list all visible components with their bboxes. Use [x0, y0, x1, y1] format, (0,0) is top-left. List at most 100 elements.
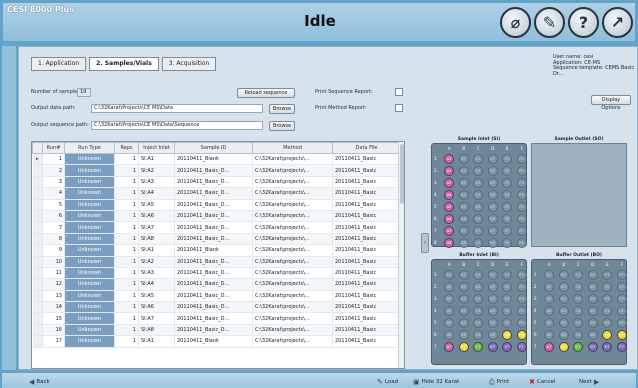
table-cell[interactable]: SI:A6 — [138, 301, 175, 314]
inlet-well[interactable]: F5 — [516, 202, 527, 212]
inlet-well[interactable]: C3 — [473, 178, 483, 188]
row-selector[interactable] — [32, 210, 43, 223]
print-method-checkbox[interactable] — [395, 104, 403, 112]
table-cell[interactable]: 16 — [42, 324, 65, 337]
buffer-inlet-well[interactable]: D6 — [487, 330, 498, 340]
buffer-outlet-well[interactable]: C6 — [573, 330, 583, 340]
table-cell[interactable]: SI:A6 — [138, 210, 175, 223]
table-cell[interactable]: 12 — [42, 278, 65, 291]
table-cell[interactable]: C:\32Karat\projects\... — [252, 164, 333, 177]
table-cell[interactable]: 20110411_Basic — [332, 278, 401, 291]
table-cell[interactable]: C:\32Karat\projects\... — [252, 199, 333, 211]
buffer-outlet-well[interactable]: B2 — [558, 282, 569, 292]
table-cell[interactable]: 20110411_Basic — [332, 244, 401, 257]
table-cell[interactable]: 1 — [114, 164, 139, 177]
scrollbar-thumb[interactable] — [400, 144, 404, 204]
table-cell[interactable]: 5 — [42, 199, 65, 211]
column-header[interactable]: Sample ID — [174, 142, 253, 154]
table-cell[interactable]: 1 — [114, 176, 139, 189]
buffer-outlet-well[interactable]: F5 — [616, 318, 627, 328]
buffer-outlet-well[interactable]: F6 — [616, 330, 627, 340]
inlet-well[interactable]: E5 — [502, 202, 512, 212]
output-sequence-field[interactable]: C:\32Karat\Projects\CE MS\Data\Sequence — [91, 121, 263, 130]
table-cell[interactable]: SI:A3 — [138, 267, 175, 280]
inlet-well[interactable]: A5 — [444, 202, 454, 212]
inlet-well[interactable]: A6 — [444, 214, 454, 224]
table-cell[interactable]: C:\32Karat\projects\... — [252, 324, 333, 337]
edit-icon[interactable]: ✎ — [534, 7, 565, 38]
buffer-outlet-well[interactable]: E1 — [602, 270, 612, 280]
row-selector[interactable] — [32, 335, 43, 348]
table-cell[interactable]: Unknown — [64, 153, 115, 166]
table-cell[interactable]: C:\32Karat\projects\... — [252, 335, 333, 348]
column-header[interactable]: Method — [252, 142, 333, 154]
buffer-outlet-well[interactable]: E5 — [602, 318, 612, 328]
table-row[interactable]: 11 Unknown 1 SI:A3 20110411_Basic_D... C:\32K… — [32, 267, 401, 280]
buffer-outlet-well[interactable]: A1 — [544, 270, 554, 280]
inlet-well[interactable]: E7 — [502, 226, 512, 236]
buffer-outlet-well[interactable]: B4 — [558, 306, 569, 316]
buffer-inlet-well[interactable]: E2 — [502, 282, 512, 292]
inlet-well[interactable]: F8 — [516, 238, 527, 248]
table-cell[interactable]: 20110411_Basic — [332, 210, 401, 223]
row-selector[interactable] — [32, 312, 43, 325]
table-cell[interactable]: 1 — [42, 153, 65, 166]
row-selector[interactable]: ▸ — [32, 153, 43, 166]
buffer-outlet-well[interactable]: E4 — [602, 306, 612, 316]
buffer-outlet-well[interactable]: B7 — [558, 342, 569, 352]
inlet-well[interactable]: D4 — [487, 190, 498, 200]
buffer-outlet-well[interactable]: C5 — [573, 318, 583, 328]
table-cell[interactable]: Unknown — [64, 233, 115, 246]
buffer-outlet-well[interactable]: C7 — [573, 342, 583, 352]
table-cell[interactable]: SI:A2 — [138, 256, 175, 268]
table-cell[interactable]: 1 — [114, 301, 139, 314]
table-cell[interactable]: 20110411_Blank — [174, 244, 253, 257]
buffer-inlet-well[interactable]: C4 — [473, 306, 483, 316]
table-cell[interactable]: 20110411_Basic — [332, 164, 401, 177]
table-cell[interactable]: 20110411_Basic — [332, 335, 401, 348]
table-cell[interactable]: Unknown — [64, 267, 115, 280]
buffer-inlet-well[interactable]: F6 — [516, 330, 527, 340]
table-row[interactable]: 8 Unknown 1 SI:A8 20110411_Basic_D... C:\32Ka… — [32, 233, 401, 246]
row-selector[interactable] — [32, 324, 43, 337]
buffer-inlet-well[interactable]: A5 — [444, 318, 454, 328]
buffer-inlet-well[interactable]: E7 — [502, 342, 512, 352]
buffer-inlet-well[interactable]: F1 — [516, 270, 527, 280]
next-button[interactable]: Next ▶ — [576, 376, 602, 387]
buffer-outlet-well[interactable]: D7 — [587, 342, 598, 352]
tab-1[interactable]: 1. Application — [31, 57, 87, 71]
buffer-inlet-well[interactable]: F3 — [516, 294, 527, 304]
inlet-well[interactable]: C7 — [473, 226, 483, 236]
buffer-inlet-well[interactable]: E6 — [502, 330, 512, 340]
inlet-well[interactable]: B8 — [458, 238, 469, 248]
table-cell[interactable]: Unknown — [64, 312, 115, 325]
table-cell[interactable]: Unknown — [64, 256, 115, 268]
buffer-outlet-well[interactable]: B6 — [558, 330, 569, 340]
inlet-well[interactable]: D5 — [487, 202, 498, 212]
table-cell[interactable]: 20110411_Basic — [332, 176, 401, 189]
buffer-inlet-well[interactable]: B1 — [458, 270, 469, 280]
table-cell[interactable]: Unknown — [64, 290, 115, 303]
table-cell[interactable]: 1 — [114, 324, 139, 337]
table-cell[interactable]: 20110411_Basic_D... — [174, 256, 253, 268]
table-cell[interactable]: C:\32Karat\projects\... — [252, 176, 333, 189]
inlet-well[interactable]: C6 — [473, 214, 483, 224]
inlet-well[interactable]: B5 — [458, 202, 469, 212]
buffer-outlet-well[interactable]: D6 — [587, 330, 598, 340]
buffer-inlet-well[interactable]: F5 — [516, 318, 527, 328]
row-selector[interactable] — [32, 290, 43, 303]
row-selector[interactable] — [32, 221, 43, 234]
table-cell[interactable]: 20110411_Basic_D... — [174, 312, 253, 325]
buffer-outlet-well[interactable]: F2 — [616, 282, 627, 292]
buffer-inlet-well[interactable]: A2 — [444, 282, 454, 292]
row-selector[interactable] — [32, 187, 43, 200]
buffer-outlet-well[interactable]: C2 — [573, 282, 583, 292]
table-cell[interactable]: Unknown — [64, 301, 115, 314]
buffer-inlet-well[interactable]: D1 — [487, 270, 498, 280]
buffer-inlet-well[interactable]: F7 — [516, 342, 527, 352]
buffer-outlet-well[interactable]: F3 — [616, 294, 627, 304]
table-cell[interactable]: 20110411_Basic_D... — [174, 199, 253, 211]
table-cell[interactable]: 20110411_Basic_D... — [174, 324, 253, 337]
table-cell[interactable]: 7 — [42, 221, 65, 234]
table-cell[interactable]: SI:A4 — [138, 187, 175, 200]
